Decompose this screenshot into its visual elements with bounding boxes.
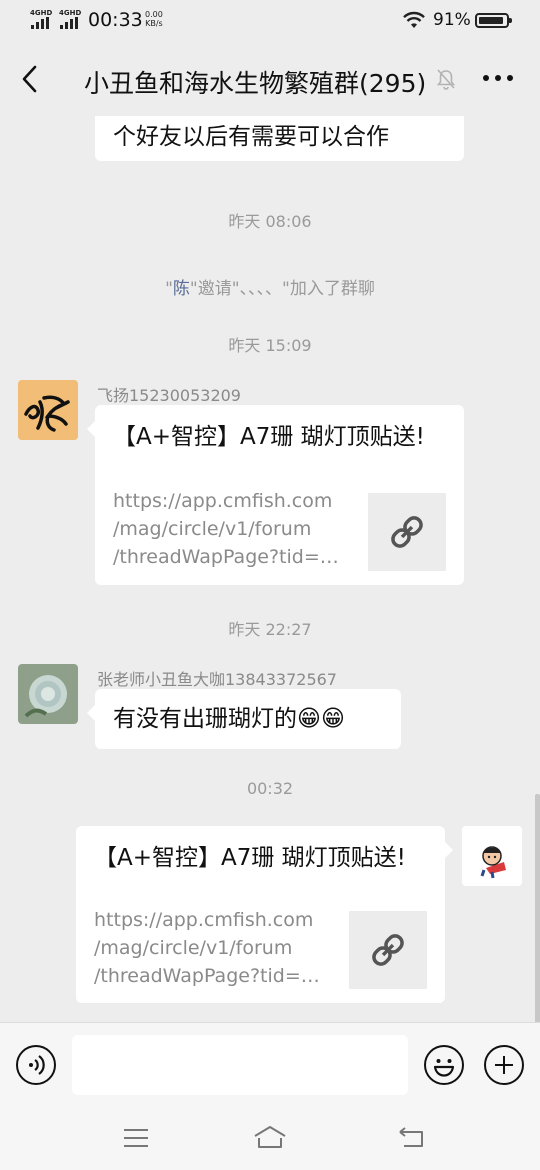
system-quote: " <box>165 279 173 299</box>
link-url-line: /threadWapPage?tid=… <box>94 965 320 987</box>
network-speed: 0.00 KB/s <box>145 10 163 28</box>
network-speed-unit: KB/s <box>145 19 163 28</box>
voice-icon <box>29 1055 45 1075</box>
link-url-line: /threadWapPage?tid=… <box>113 546 339 568</box>
link-card[interactable]: 【A+智控】A7珊 瑚灯顶贴送! https://app.cmfish.com … <box>87 405 464 585</box>
flower-avatar-image <box>18 664 78 724</box>
chat-header: 小丑鱼和海水生物繁殖群(295) <box>0 42 540 116</box>
calligraphy-avatar-image <box>18 380 78 440</box>
link-icon <box>391 516 423 548</box>
avatar[interactable] <box>18 664 78 724</box>
plus-icon[interactable] <box>484 1045 524 1085</box>
link-url-line: /mag/circle/v1/forum <box>94 937 293 959</box>
menu-icon[interactable] <box>122 1127 150 1149</box>
signal-icon-2 <box>60 17 80 29</box>
message-text: 个好友以后有需要可以合作 <box>113 124 389 150</box>
network-type-1: 4GHD <box>30 9 53 17</box>
link-title: 【A+智控】A7珊 瑚灯顶贴送! <box>113 424 425 450</box>
home-icon[interactable] <box>252 1124 288 1150</box>
link-url-line: https://app.cmfish.com <box>113 490 333 512</box>
message-bubble[interactable]: 有没有出珊瑚灯的😁😁 <box>87 689 401 749</box>
message-bubble[interactable]: 个好友以后有需要可以合作 <box>95 116 464 161</box>
timestamp: 昨天 15:09 <box>228 336 312 355</box>
message-list[interactable]: 个好友以后有需要可以合作 昨天 08:06 "陈"邀请"、、、、"加入了群聊 昨… <box>0 116 540 1022</box>
status-bar: 4GHD 4GHD 00:33 0.00 KB/s 91% <box>0 0 540 42</box>
avatar[interactable] <box>18 380 78 440</box>
network-type-2: 4GHD <box>59 9 82 17</box>
message-input[interactable] <box>72 1035 408 1095</box>
network-speed-value: 0.00 <box>145 10 163 19</box>
message-text: 有没有出珊瑚灯的😁😁 <box>113 706 345 732</box>
avatar[interactable] <box>462 826 522 886</box>
timestamp: 00:32 <box>246 779 294 798</box>
sender-name: 张老师小丑鱼大咖13843372567 <box>97 670 337 689</box>
link-thumbnail <box>349 911 427 989</box>
system-message: "陈"邀请"、、、、"加入了群聊 <box>0 274 540 299</box>
status-time: 00:33 <box>88 9 143 31</box>
link-title: 【A+智控】A7珊 瑚灯顶贴送! <box>94 845 406 871</box>
back-icon[interactable] <box>396 1126 426 1150</box>
link-url-line: /mag/circle/v1/forum <box>113 518 312 540</box>
emoji-icon <box>433 1059 455 1077</box>
sender-name: 飞扬15230053209 <box>97 386 241 405</box>
timestamp: 昨天 08:06 <box>228 212 312 231</box>
signal-icon-1 <box>31 17 51 29</box>
bell-off-icon <box>436 69 456 90</box>
input-bar <box>0 1022 540 1110</box>
link-card[interactable]: 【A+智控】A7珊 瑚灯顶贴送! https://app.cmfish.com … <box>76 826 453 1003</box>
more-dots-icon[interactable] <box>482 72 514 84</box>
link-icon <box>372 934 404 966</box>
chevron-left-icon[interactable] <box>18 64 42 94</box>
system-text: "邀请"、、、、"加入了群聊 <box>189 279 375 299</box>
link-thumbnail <box>368 493 446 571</box>
system-user-link[interactable]: 陈 <box>173 279 190 299</box>
battery-icon <box>475 13 512 28</box>
wifi-icon <box>403 11 425 28</box>
voice-button[interactable] <box>16 1045 56 1085</box>
emoji-button[interactable] <box>424 1045 464 1085</box>
chat-title: 小丑鱼和海水生物繁殖群(295) <box>84 69 427 98</box>
link-url-line: https://app.cmfish.com <box>94 909 314 931</box>
timestamp: 昨天 22:27 <box>228 620 312 639</box>
battery-percent: 91% <box>433 10 471 30</box>
scrollbar-thumb[interactable] <box>535 794 540 1022</box>
cartoon-avatar-image <box>462 826 522 886</box>
system-nav-bar <box>0 1110 540 1170</box>
